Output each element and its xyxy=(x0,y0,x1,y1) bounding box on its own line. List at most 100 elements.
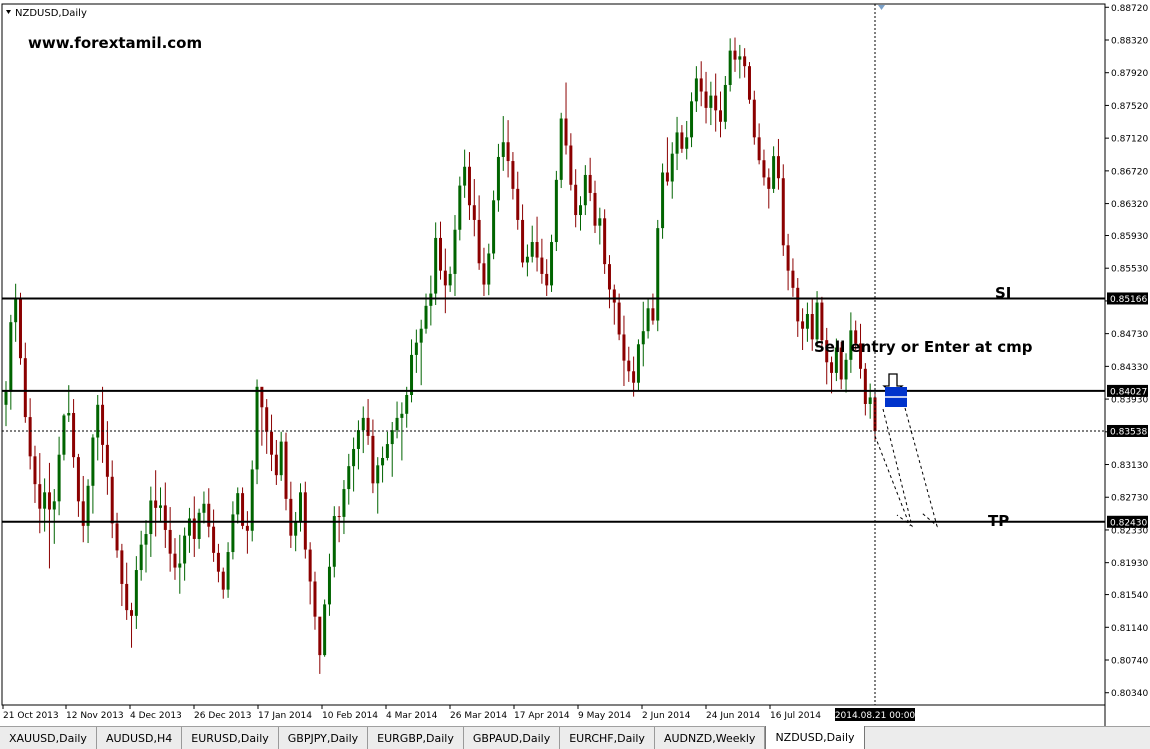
candle-body xyxy=(767,177,771,189)
y-tick-label: 0.86720 xyxy=(1111,167,1148,177)
watermark-text: www.forextamil.com xyxy=(28,34,202,52)
y-tick-label: 0.88720 xyxy=(1111,4,1148,14)
candle-body xyxy=(67,412,71,416)
candle-body xyxy=(636,344,640,383)
x-tick-label: 10 Feb 2014 xyxy=(322,711,378,721)
candle-body xyxy=(23,358,27,418)
tab-audnzd-weekly[interactable]: AUDNZD,Weekly xyxy=(655,727,766,749)
candle-body xyxy=(255,386,259,470)
candle-body xyxy=(4,391,8,405)
candle-body xyxy=(781,178,785,246)
candle-body xyxy=(752,99,756,138)
candle-body xyxy=(361,417,365,431)
candle-body xyxy=(665,172,669,182)
candle-body xyxy=(545,273,549,286)
y-tick-label: 0.81930 xyxy=(1111,559,1148,569)
chart-area[interactable]: NZDUSD,Daily www.forextamil.com 0.88720 0… xyxy=(0,0,1150,726)
candle-body xyxy=(607,264,611,290)
candle-body xyxy=(815,302,819,340)
candle-body xyxy=(588,174,592,193)
candle-body xyxy=(289,498,293,536)
candle-body xyxy=(158,505,162,508)
candle-body xyxy=(236,493,240,515)
candle-body xyxy=(516,188,520,220)
candle-body xyxy=(448,273,452,286)
candle-body xyxy=(559,118,563,180)
tab-eurchf-daily[interactable]: EURCHF,Daily xyxy=(560,727,655,749)
candle-body xyxy=(57,454,61,502)
candle-body xyxy=(231,514,235,553)
candle-body xyxy=(805,314,809,329)
candle-body xyxy=(43,492,47,509)
candle-body xyxy=(14,298,18,323)
candle-body xyxy=(776,156,780,179)
tab-eurusd-daily[interactable]: EURUSD,Daily xyxy=(182,727,279,749)
candle-body xyxy=(656,228,660,321)
candle-body xyxy=(414,342,418,355)
candle-body xyxy=(632,371,636,383)
candle-body xyxy=(646,308,650,332)
x-tick-label: 16 Jul 2014 xyxy=(770,711,821,721)
candle-body xyxy=(477,219,481,264)
y-tick-label: 0.84730 xyxy=(1111,330,1148,340)
price-chart[interactable]: NZDUSD,Daily www.forextamil.com 0.887200… xyxy=(0,0,1150,726)
candle-body xyxy=(52,501,56,510)
candle-body xyxy=(400,413,404,418)
x-tick-label: 24 Jun 2014 xyxy=(706,711,760,721)
candle-body xyxy=(342,489,346,517)
candle-body xyxy=(274,454,278,476)
candle-body xyxy=(18,298,22,359)
y-tick-label: 0.87120 xyxy=(1111,135,1148,145)
candle-body xyxy=(830,362,834,373)
x-tick-label: 17 Jan 2014 xyxy=(258,711,312,721)
candle-body xyxy=(738,56,742,60)
candle-body xyxy=(395,417,399,431)
candle-body xyxy=(670,153,674,182)
candle-body xyxy=(496,156,500,201)
candle-body xyxy=(105,444,109,477)
candle-body xyxy=(482,263,486,285)
tab-gbpjpy-daily[interactable]: GBPJPY,Daily xyxy=(279,727,369,749)
candle-body xyxy=(810,314,814,340)
candle-body xyxy=(714,95,718,111)
candle-body xyxy=(62,415,66,455)
tab-xauusd-daily[interactable]: XAUUSD,Daily xyxy=(0,727,97,749)
candle-body xyxy=(796,287,800,322)
candle-body xyxy=(279,441,283,476)
y-tick-label: 0.85930 xyxy=(1111,232,1148,242)
crosshair-date-label: 2014.08.21 00:00 xyxy=(835,711,916,721)
candle-body xyxy=(101,404,105,445)
candle-body xyxy=(844,359,848,380)
sell-entry-label: Sell entry or Enter at cmp xyxy=(814,338,1033,356)
tab-gbpaud-daily[interactable]: GBPAUD,Daily xyxy=(464,727,561,749)
candle-body xyxy=(467,166,471,206)
tab-audusd-h4[interactable]: AUDUSD,H4 xyxy=(97,727,183,749)
candle-body xyxy=(110,476,114,524)
tab-eurgbp-daily[interactable]: EURGBP,Daily xyxy=(368,727,464,749)
candle-body xyxy=(265,407,269,432)
x-tick-label: 21 Oct 2013 xyxy=(3,711,59,721)
candle-body xyxy=(226,552,230,590)
chart-tab-bar: XAUUSD,Daily AUDUSD,H4 EURUSD,Daily GBPJPY,… xyxy=(0,726,1150,749)
candle-body xyxy=(506,142,510,162)
candle-body xyxy=(183,535,187,564)
candle-body xyxy=(323,604,327,656)
candle-body xyxy=(723,84,727,122)
candle-body xyxy=(511,161,515,189)
candle-body xyxy=(313,581,317,617)
x-tick-label: 4 Dec 2013 xyxy=(130,711,182,721)
candle-body xyxy=(332,516,336,567)
candle-body xyxy=(120,550,124,584)
candle-body xyxy=(149,500,153,535)
candle-body xyxy=(221,571,225,590)
candle-body xyxy=(390,430,394,445)
candle-body xyxy=(680,132,684,149)
candle-body xyxy=(419,328,423,343)
y-tick-label: 0.87920 xyxy=(1111,69,1148,79)
tab-nzdusd-daily[interactable]: NZDUSD,Daily xyxy=(765,726,865,749)
candle-body xyxy=(569,145,573,185)
candle-body xyxy=(347,466,351,490)
candle-body xyxy=(443,270,447,286)
candle-body xyxy=(453,229,457,274)
candle-body xyxy=(352,448,356,467)
